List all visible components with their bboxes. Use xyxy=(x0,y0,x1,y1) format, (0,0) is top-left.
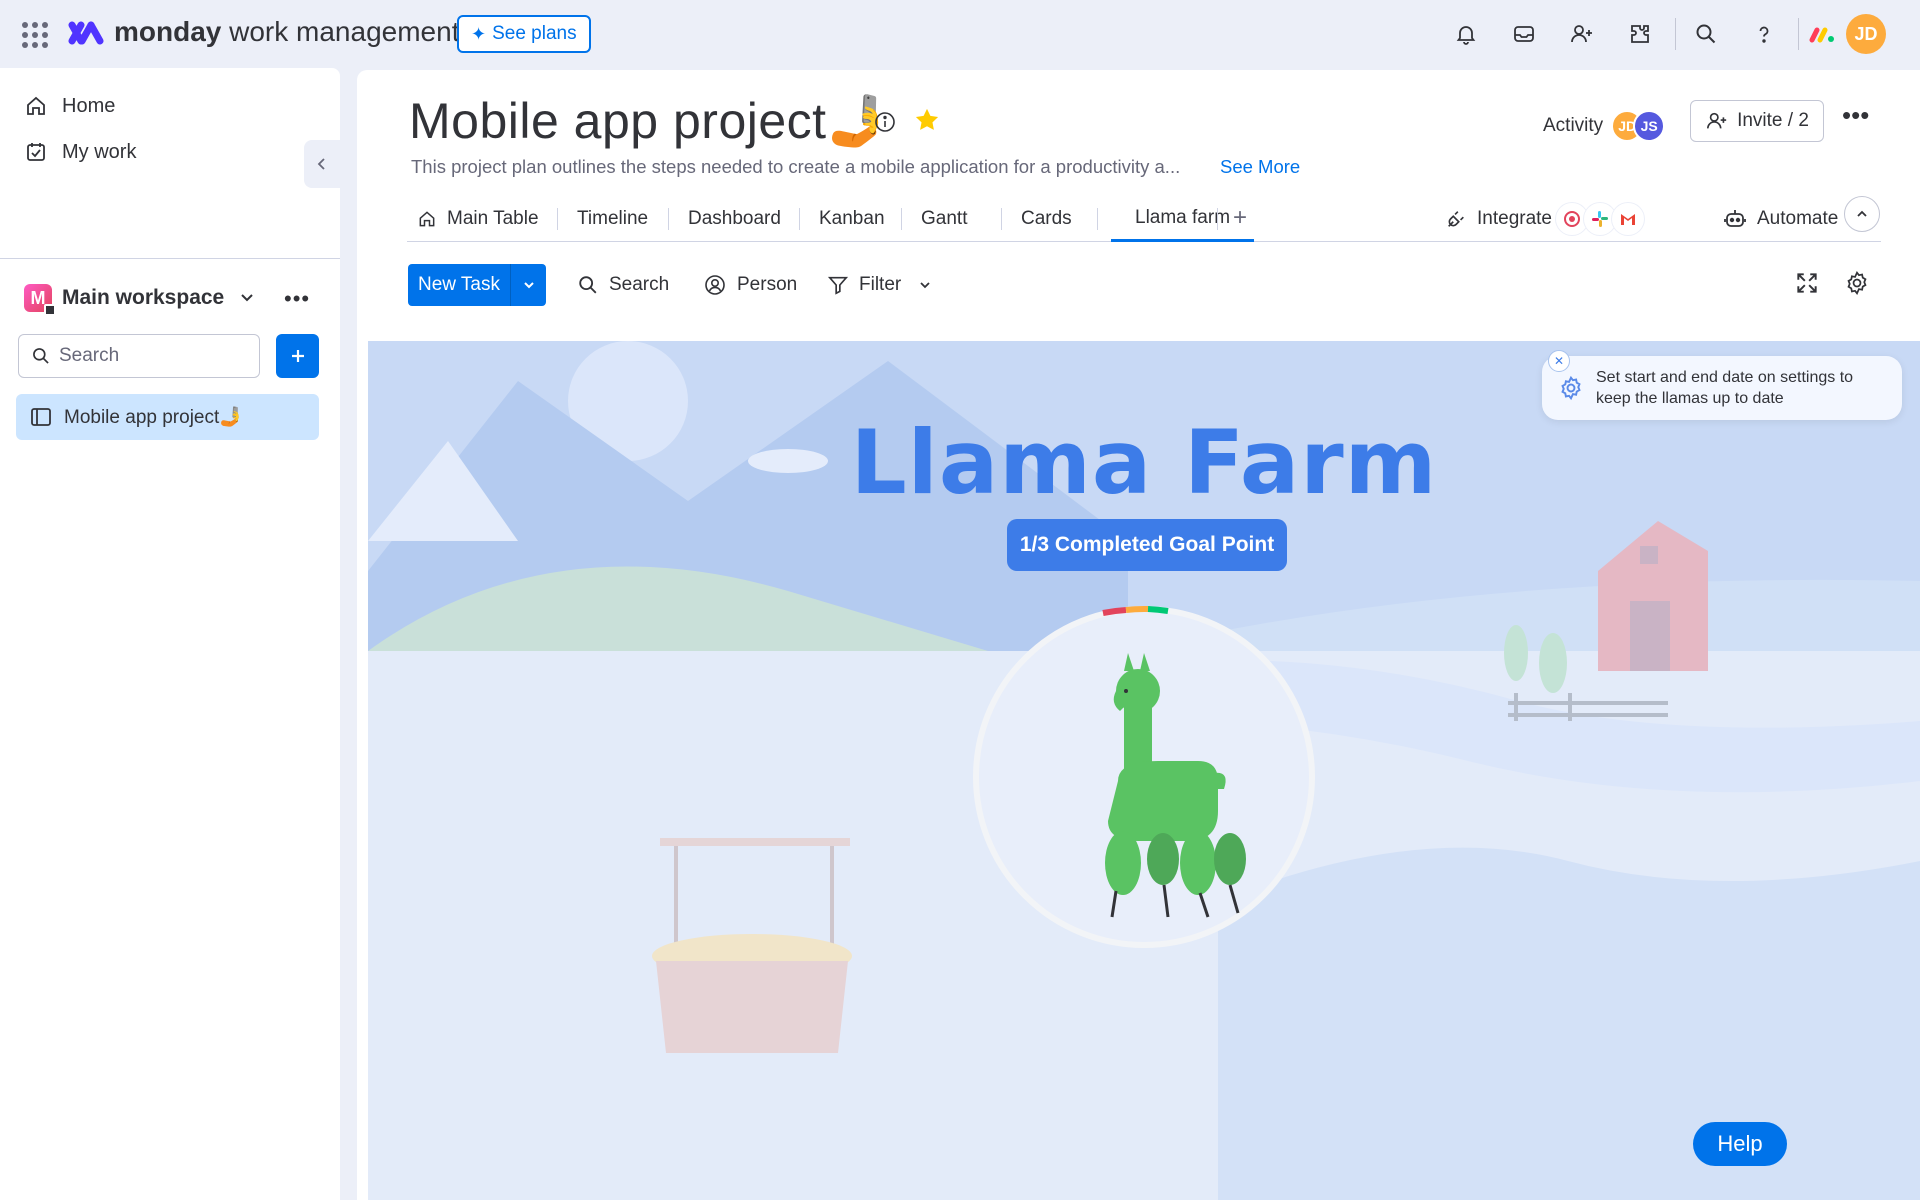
goal-progress-badge: 1/3 Completed Goal Point xyxy=(1007,519,1287,571)
info-icon[interactable] xyxy=(873,110,897,134)
llama-farm-title: Llama Farm xyxy=(850,411,1438,514)
plug-icon xyxy=(1448,211,1464,227)
collapse-header-button[interactable] xyxy=(1844,196,1880,232)
integrate-button[interactable]: Integrate xyxy=(1445,196,1644,242)
topbar-divider xyxy=(1675,18,1676,50)
integration-logos xyxy=(1556,203,1644,235)
sidebar-board-item[interactable]: Mobile app project🤳 xyxy=(16,394,319,440)
gmail-icon xyxy=(1612,203,1644,235)
tab-main-table[interactable]: Main Table xyxy=(417,196,539,242)
home-icon xyxy=(27,96,45,115)
left-sidebar: Home My work M Main workspace ••• Mobile… xyxy=(0,68,340,1200)
person-icon xyxy=(705,275,725,295)
top-bar: monday work management ✦ See plans JD xyxy=(0,0,1920,68)
filter-button[interactable]: Filter xyxy=(827,264,943,306)
tab-separator xyxy=(901,208,902,230)
activity-avatar: JS xyxy=(1633,110,1666,142)
view-tabs: Main Table Timeline Dashboard Kanban Gan… xyxy=(407,196,1881,242)
brand-name: monday work management xyxy=(114,16,460,47)
nav-my-work[interactable]: My work xyxy=(24,136,136,168)
chevron-up-icon xyxy=(1857,210,1867,217)
tab-timeline[interactable]: Timeline xyxy=(577,196,648,242)
plus-icon xyxy=(291,350,304,362)
user-avatar[interactable]: JD xyxy=(1846,14,1886,54)
tab-kanban[interactable]: Kanban xyxy=(819,196,885,242)
new-task-dropdown[interactable] xyxy=(510,264,546,306)
tab-separator xyxy=(557,208,558,230)
sidebar-search[interactable] xyxy=(18,334,260,378)
home-icon xyxy=(419,211,435,227)
settings-gear-icon[interactable] xyxy=(1844,270,1870,296)
invite-button[interactable]: Invite / 2 xyxy=(1690,100,1824,142)
calendar-check-icon xyxy=(27,143,45,161)
board-title[interactable]: Mobile app project🤳 xyxy=(409,92,889,151)
sidebar-divider xyxy=(0,258,340,259)
workspace-badge: M xyxy=(24,284,56,316)
automate-button[interactable]: Automate xyxy=(1723,196,1838,242)
see-more-link[interactable]: See More xyxy=(1220,156,1300,178)
board-panel: Mobile app project🤳 This project plan ou… xyxy=(357,70,1920,1200)
chevron-down-icon[interactable] xyxy=(917,277,933,293)
activity-button[interactable]: Activity JD JS xyxy=(1543,110,1666,142)
apps-grid-icon[interactable] xyxy=(22,22,48,48)
tab-separator xyxy=(668,208,669,230)
filter-icon xyxy=(827,276,849,295)
tab-dashboard[interactable]: Dashboard xyxy=(688,196,781,242)
robot-icon xyxy=(1724,210,1746,227)
settings-hint-tooltip: Set start and end date on settings to ke… xyxy=(1542,356,1902,420)
see-plans-button[interactable]: ✦ See plans xyxy=(457,15,591,53)
board-icon xyxy=(31,408,51,426)
tab-separator xyxy=(1097,208,1098,230)
workspace-selector[interactable]: M Main workspace xyxy=(24,284,224,316)
monday-products-icon[interactable] xyxy=(1808,20,1836,48)
collapse-sidebar-button[interactable] xyxy=(304,140,340,188)
workspace-home-icon xyxy=(44,304,56,316)
board-more-icon[interactable]: ••• xyxy=(1842,100,1869,131)
monday-logo-icon xyxy=(68,21,104,45)
sparkle-icon: ✦ xyxy=(471,23,487,44)
apps-marketplace-icon[interactable] xyxy=(1626,20,1654,48)
settings-gear-icon xyxy=(1561,375,1581,401)
notifications-bell-icon[interactable] xyxy=(1452,20,1480,48)
search-icon xyxy=(33,348,49,364)
search-tool[interactable]: Search xyxy=(577,264,669,306)
chevron-down-icon xyxy=(523,282,534,289)
add-view-icon[interactable]: + xyxy=(1233,204,1247,232)
inbox-icon[interactable] xyxy=(1510,20,1538,48)
help-button[interactable]: Help xyxy=(1693,1122,1787,1166)
invite-members-icon[interactable] xyxy=(1568,20,1596,48)
new-task-button[interactable]: New Task xyxy=(408,264,546,306)
sidebar-search-input[interactable] xyxy=(59,345,249,367)
workspace-more-icon[interactable]: ••• xyxy=(284,286,310,312)
search-icon xyxy=(579,276,597,294)
tab-separator xyxy=(1001,208,1002,230)
board-description: This project plan outlines the steps nee… xyxy=(411,156,1181,177)
topbar-divider xyxy=(1798,18,1799,50)
tab-separator xyxy=(799,208,800,230)
add-item-button[interactable] xyxy=(276,334,319,378)
close-hint-icon[interactable]: ✕ xyxy=(1548,350,1570,372)
add-person-icon xyxy=(1707,112,1727,129)
person-filter[interactable]: Person xyxy=(703,264,797,306)
search-icon[interactable] xyxy=(1692,20,1720,48)
monday-logo[interactable]: monday work management xyxy=(68,16,459,48)
nav-home[interactable]: Home xyxy=(24,90,115,122)
tab-separator xyxy=(1217,208,1218,230)
help-icon[interactable] xyxy=(1750,20,1778,48)
chevron-down-icon[interactable] xyxy=(238,288,256,306)
favorite-star-icon[interactable] xyxy=(913,106,941,134)
tab-cards[interactable]: Cards xyxy=(1021,196,1072,242)
chevron-left-icon xyxy=(317,158,325,170)
llama-farm-view: Llama Farm 1/3 Completed Goal Point Set … xyxy=(368,341,1920,1200)
fullscreen-icon[interactable] xyxy=(1794,270,1820,296)
tab-gantt[interactable]: Gantt xyxy=(921,196,967,242)
